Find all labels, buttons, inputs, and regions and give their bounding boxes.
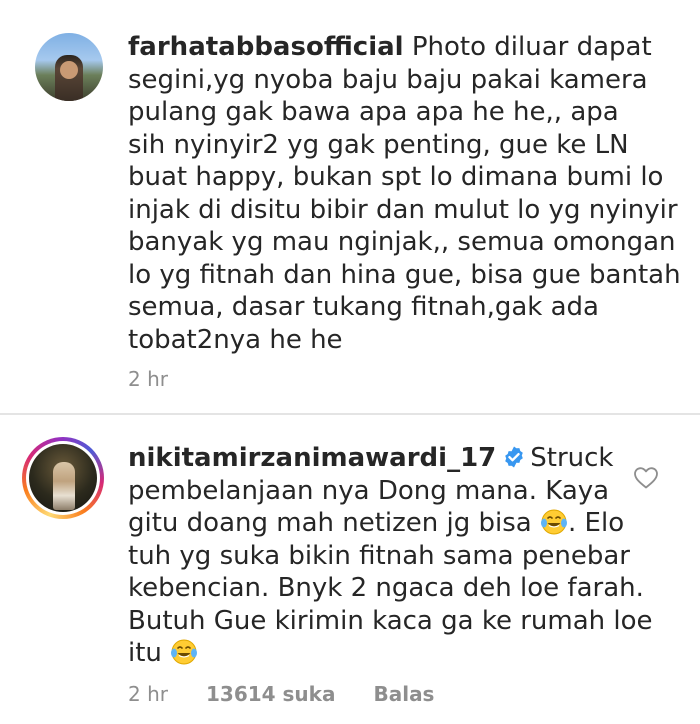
comment-line: banyak yg mau nginjak,, semua omongan xyxy=(128,227,676,257)
comment-line: tobat2nya he he xyxy=(128,324,343,355)
comment-line: injak di disitu bibir dan mulut lo yg ny… xyxy=(128,194,678,225)
comment-line: lo yg fitnah dan hina gue, bisa gue bant… xyxy=(128,259,681,290)
comment-line: . Elo xyxy=(568,508,625,538)
heart-outline-icon[interactable] xyxy=(633,466,659,490)
comment-line: Photo diluar dapat xyxy=(411,32,652,62)
avatar-photo xyxy=(35,33,103,101)
comment-1: farhatabbasofficial Photo diluar dapat s… xyxy=(0,0,700,414)
comment-time: 2 hr xyxy=(128,682,168,706)
comment-line: gitu doang mah netizen jg bisa xyxy=(128,508,532,538)
username-link[interactable]: nikitamirzanimawardi_17 xyxy=(128,443,496,473)
username-link[interactable]: farhatabbasofficial xyxy=(128,32,404,62)
likes-count[interactable]: 13614 suka xyxy=(206,682,335,706)
comment-line: sih nyinyir2 yg gak penting, gue ke LN xyxy=(128,129,629,160)
story-ring-gap xyxy=(26,441,100,515)
comment-line: pulang gak bawa apa apa he he,, apa xyxy=(128,97,619,127)
comment-line: pembelanjaan nya Dong mana. Kaya xyxy=(128,475,610,506)
comment-line: Struck xyxy=(530,443,614,473)
comment-meta: 2 hr xyxy=(128,367,168,391)
comment-line: kebencian. Bnyk 2 ngaca deh loe farah. xyxy=(128,573,644,603)
face-with-tears-of-joy-icon xyxy=(541,509,568,535)
comment-line: segini,yg nyoba baju baju pakai kamera xyxy=(128,64,648,95)
comment-text: farhatabbasofficial Photo diluar dapat s… xyxy=(128,31,681,356)
comment-line: tuh yg suka bikin fitnah sama penebar xyxy=(128,540,630,571)
face-with-tears-of-joy-icon xyxy=(171,639,198,665)
comment-time: 2 hr xyxy=(128,367,168,391)
avatar-face-shape xyxy=(60,61,78,79)
comment-text: nikitamirzanimawardi_17 Struck pembelanja… xyxy=(128,442,653,670)
verified-badge-icon xyxy=(505,446,524,468)
comment-line: semua, dasar tukang fitnah,gak ada xyxy=(128,292,599,322)
avatar-photo xyxy=(29,444,97,512)
comment-line: itu xyxy=(128,638,162,668)
reply-button[interactable]: Balas xyxy=(373,682,434,706)
avatar-farhatabbasofficial[interactable] xyxy=(35,33,103,101)
story-ring xyxy=(22,437,104,519)
comment-meta: 2 hr 13614 suka Balas xyxy=(128,682,434,706)
comment-line: Butuh Gue kirimin kaca ga ke rumah loe xyxy=(128,605,653,636)
comment-line: buat happy, bukan spt lo dimana bumi lo xyxy=(128,162,664,192)
avatar-person-shape xyxy=(53,462,75,510)
avatar-nikitamirzanimawardi_17[interactable] xyxy=(22,437,104,519)
